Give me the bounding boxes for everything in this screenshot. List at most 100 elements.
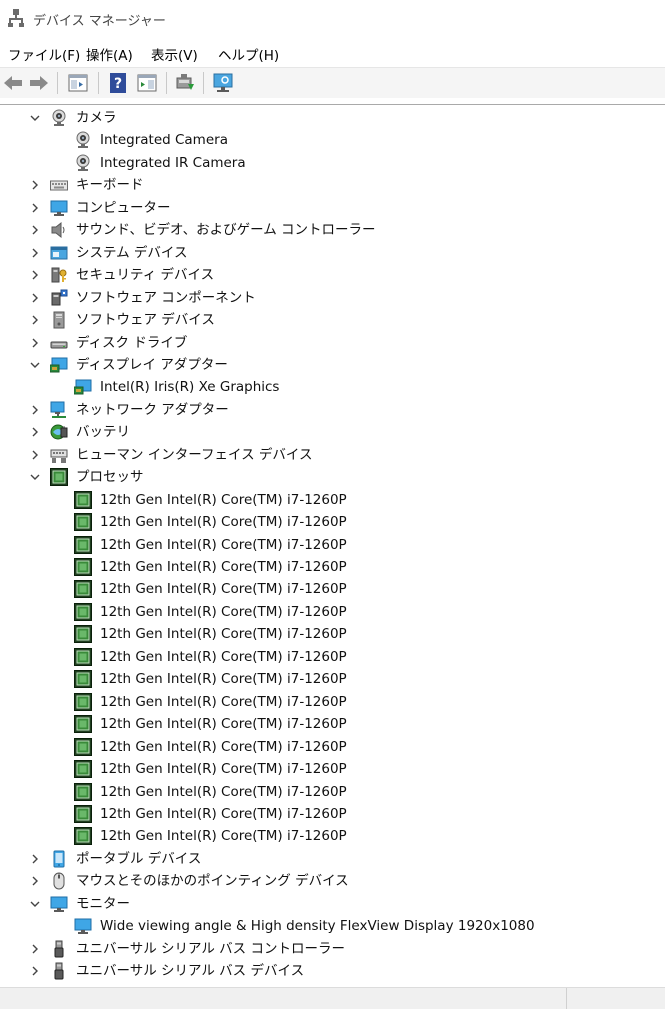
- tree-item-label: Wide viewing angle & High density FlexVi…: [100, 918, 535, 935]
- menu-bar: ファイル(F) 操作(A) 表示(V) ヘルプ(H): [0, 40, 665, 66]
- tree-item-label: ネットワーク アダプター: [76, 401, 229, 418]
- usb-icon: [54, 962, 64, 980]
- tree-device[interactable]: 12th Gen Intel(R) Core(TM) i7-1260P: [0, 825, 665, 847]
- processor-icon: [74, 737, 92, 756]
- tree-category[interactable]: プロセッサ: [0, 466, 665, 488]
- monitor-icon: [50, 200, 68, 216]
- tree-category[interactable]: ネットワーク アダプター: [0, 399, 665, 421]
- tree-device[interactable]: 12th Gen Intel(R) Core(TM) i7-1260P: [0, 691, 665, 713]
- menu-action[interactable]: 操作(A): [86, 44, 133, 64]
- help-icon[interactable]: ?: [107, 72, 129, 94]
- chevron-right-icon[interactable]: [28, 425, 42, 439]
- arrow-right-icon[interactable]: [28, 72, 50, 94]
- chevron-right-icon[interactable]: [28, 942, 42, 956]
- tree-category[interactable]: サウンド、ビデオ、およびゲーム コントローラー: [0, 219, 665, 241]
- tree-category[interactable]: ユニバーサル シリアル バス コントローラー: [0, 938, 665, 960]
- chevron-right-icon[interactable]: [28, 313, 42, 327]
- tree-category[interactable]: コンピューター: [0, 197, 665, 219]
- tree-category[interactable]: ヒューマン インターフェイス デバイス: [0, 444, 665, 466]
- chevron-right-icon[interactable]: [28, 874, 42, 888]
- chevron-right-icon[interactable]: [28, 178, 42, 192]
- tree-item-label: カメラ: [76, 110, 117, 126]
- tree-category[interactable]: セキュリティ デバイス: [0, 264, 665, 286]
- tree-item-label: 12th Gen Intel(R) Core(TM) i7-1260P: [100, 671, 347, 688]
- scan-hardware-icon[interactable]: [212, 72, 234, 94]
- hid-icon: [50, 449, 68, 463]
- chevron-down-icon[interactable]: [28, 470, 42, 484]
- properties-icon[interactable]: [136, 72, 158, 94]
- tree-item-label: 12th Gen Intel(R) Core(TM) i7-1260P: [100, 761, 347, 778]
- chevron-right-icon[interactable]: [28, 448, 42, 462]
- tree-device[interactable]: Integrated IR Camera: [0, 152, 665, 174]
- display-adapter-icon: [50, 357, 68, 373]
- chevron-down-icon[interactable]: [28, 111, 42, 125]
- tree-item-label: セキュリティ デバイス: [76, 267, 215, 284]
- chevron-right-icon[interactable]: [28, 246, 42, 260]
- tree-category[interactable]: キーボード: [0, 174, 665, 196]
- tree-device[interactable]: 12th Gen Intel(R) Core(TM) i7-1260P: [0, 646, 665, 668]
- tree-category[interactable]: ポータブル デバイス: [0, 848, 665, 870]
- menu-help[interactable]: ヘルプ(H): [218, 44, 279, 64]
- portable-icon: [53, 850, 65, 868]
- menu-file[interactable]: ファイル(F): [8, 44, 80, 64]
- tree-category[interactable]: ソフトウェア コンポーネント: [0, 287, 665, 309]
- tree-category[interactable]: モニター: [0, 893, 665, 915]
- processor-icon: [74, 580, 92, 599]
- chevron-down-icon[interactable]: [28, 897, 42, 911]
- tree-category[interactable]: ユニバーサル シリアル バス デバイス: [0, 960, 665, 982]
- processor-icon: [74, 558, 92, 576]
- tree-device[interactable]: 12th Gen Intel(R) Core(TM) i7-1260P: [0, 803, 665, 825]
- tree-category[interactable]: マウスとそのほかのポインティング デバイス: [0, 870, 665, 892]
- chevron-right-icon[interactable]: [28, 201, 42, 215]
- tree-item-label: ソフトウェア デバイス: [76, 312, 215, 329]
- processor-icon: [74, 647, 92, 666]
- chevron-right-icon[interactable]: [28, 223, 42, 237]
- chevron-right-icon[interactable]: [28, 852, 42, 866]
- tree-category[interactable]: システム デバイス: [0, 242, 665, 264]
- disk-icon: [50, 341, 68, 348]
- tree-item-label: 12th Gen Intel(R) Core(TM) i7-1260P: [100, 805, 347, 822]
- tree-item-label: 12th Gen Intel(R) Core(TM) i7-1260P: [100, 828, 347, 845]
- tree-device[interactable]: 12th Gen Intel(R) Core(TM) i7-1260P: [0, 758, 665, 780]
- tree-device[interactable]: 12th Gen Intel(R) Core(TM) i7-1260P: [0, 736, 665, 758]
- tree-device[interactable]: Integrated Camera: [0, 129, 665, 151]
- chevron-right-icon[interactable]: [28, 964, 42, 978]
- tree-device[interactable]: 12th Gen Intel(R) Core(TM) i7-1260P: [0, 781, 665, 803]
- toolbar-separator: [203, 72, 204, 94]
- tree-category[interactable]: ディスク ドライブ: [0, 332, 665, 354]
- menu-view[interactable]: 表示(V): [151, 44, 198, 64]
- chevron-right-icon[interactable]: [28, 336, 42, 350]
- tree-item-label: 12th Gen Intel(R) Core(TM) i7-1260P: [100, 603, 347, 620]
- update-driver-icon[interactable]: [174, 72, 196, 94]
- svg-text:?: ?: [114, 76, 122, 92]
- tree-category[interactable]: バッテリ: [0, 421, 665, 443]
- camera-icon: [52, 109, 66, 126]
- tree-category[interactable]: ソフトウェア デバイス: [0, 309, 665, 331]
- tree-device[interactable]: 12th Gen Intel(R) Core(TM) i7-1260P: [0, 534, 665, 556]
- chevron-right-icon[interactable]: [28, 268, 42, 282]
- chevron-right-icon[interactable]: [28, 291, 42, 305]
- tree-item-label: 12th Gen Intel(R) Core(TM) i7-1260P: [100, 783, 347, 800]
- software-device-icon: [53, 311, 65, 329]
- tree-item-label: モニター: [76, 895, 130, 912]
- chevron-down-icon[interactable]: [28, 358, 42, 372]
- tree-device[interactable]: 12th Gen Intel(R) Core(TM) i7-1260P: [0, 713, 665, 735]
- tree-device[interactable]: 12th Gen Intel(R) Core(TM) i7-1260P: [0, 578, 665, 600]
- tree-device[interactable]: 12th Gen Intel(R) Core(TM) i7-1260P: [0, 511, 665, 533]
- processor-icon: [74, 782, 92, 801]
- tree-category[interactable]: カメラ: [0, 107, 665, 129]
- tree-category[interactable]: ディスプレイ アダプター: [0, 354, 665, 376]
- tree-device[interactable]: 12th Gen Intel(R) Core(TM) i7-1260P: [0, 623, 665, 645]
- processor-icon: [74, 827, 92, 846]
- tree-device[interactable]: Wide viewing angle & High density FlexVi…: [0, 915, 665, 937]
- chevron-right-icon[interactable]: [28, 403, 42, 417]
- tree-device[interactable]: 12th Gen Intel(R) Core(TM) i7-1260P: [0, 489, 665, 511]
- tree-device[interactable]: 12th Gen Intel(R) Core(TM) i7-1260P: [0, 556, 665, 578]
- tree-device[interactable]: Intel(R) Iris(R) Xe Graphics: [0, 376, 665, 398]
- processor-icon: [74, 692, 92, 711]
- tree-device[interactable]: 12th Gen Intel(R) Core(TM) i7-1260P: [0, 668, 665, 690]
- arrow-left-icon[interactable]: [2, 72, 24, 94]
- console-tree-icon[interactable]: [67, 72, 89, 94]
- tree-device[interactable]: 12th Gen Intel(R) Core(TM) i7-1260P: [0, 601, 665, 623]
- device-tree: カメラ Integrated Camera Integrated IR Camera…: [0, 104, 665, 987]
